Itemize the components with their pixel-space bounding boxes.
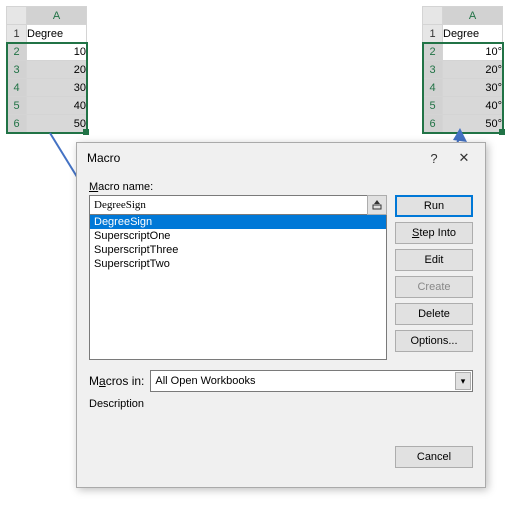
cell-a1[interactable]: Degree — [443, 25, 503, 43]
row-header-6[interactable]: 6 — [423, 115, 443, 133]
cell-a4[interactable]: 30 — [27, 79, 87, 97]
macro-name-label: Macro name: — [89, 181, 473, 193]
macro-name-input[interactable] — [89, 195, 368, 215]
macros-in-label: Macros in: — [89, 374, 144, 388]
list-item[interactable]: SuperscriptThree — [90, 243, 386, 257]
reference-collapse-button[interactable] — [367, 195, 387, 215]
row-header-4[interactable]: 4 — [7, 79, 27, 97]
row-header-2[interactable]: 2 — [423, 43, 443, 61]
row-header-2[interactable]: 2 — [7, 43, 27, 61]
fill-handle[interactable] — [83, 129, 89, 135]
cell-a1[interactable]: Degree — [27, 25, 87, 43]
macro-dialog: Macro ? ✕ Macro name: DegreeSign Supersc… — [76, 142, 486, 488]
source-spreadsheet: A 1 Degree 210 320 430 540 650 — [6, 6, 87, 133]
cell-a2[interactable]: 10 — [27, 43, 87, 61]
column-header-a[interactable]: A — [443, 7, 503, 25]
cell-a3[interactable]: 20° — [443, 61, 503, 79]
list-item[interactable]: SuperscriptTwo — [90, 257, 386, 271]
macros-in-combo[interactable]: All Open Workbooks ▾ — [150, 370, 473, 392]
description-label: Description — [89, 398, 473, 410]
run-button[interactable]: Run — [395, 195, 473, 217]
cell-a3[interactable]: 20 — [27, 61, 87, 79]
row-header-5[interactable]: 5 — [7, 97, 27, 115]
select-all-corner[interactable] — [7, 7, 27, 25]
cell-a6[interactable]: 50 — [27, 115, 87, 133]
combo-value: All Open Workbooks — [155, 375, 255, 387]
result-spreadsheet: A 1 Degree 210° 320° 430° 540° 650° — [422, 6, 503, 133]
cell-a6[interactable]: 50° — [443, 115, 503, 133]
help-button[interactable]: ? — [419, 146, 449, 170]
step-into-button[interactable]: Step Into — [395, 222, 473, 244]
row-header-5[interactable]: 5 — [423, 97, 443, 115]
column-header-a[interactable]: A — [27, 7, 87, 25]
row-header-3[interactable]: 3 — [423, 61, 443, 79]
macro-listbox[interactable]: DegreeSign SuperscriptOne SuperscriptThr… — [89, 214, 387, 360]
cell-a4[interactable]: 30° — [443, 79, 503, 97]
cancel-button[interactable]: Cancel — [395, 446, 473, 468]
close-button[interactable]: ✕ — [449, 146, 479, 170]
row-header-4[interactable]: 4 — [423, 79, 443, 97]
cell-a2[interactable]: 10° — [443, 43, 503, 61]
dialog-title: Macro — [87, 151, 419, 165]
list-item[interactable]: SuperscriptOne — [90, 229, 386, 243]
edit-button[interactable]: Edit — [395, 249, 473, 271]
cell-a5[interactable]: 40° — [443, 97, 503, 115]
fill-handle[interactable] — [499, 129, 505, 135]
row-header-1[interactable]: 1 — [7, 25, 27, 43]
create-button: Create — [395, 276, 473, 298]
list-item[interactable]: DegreeSign — [90, 215, 386, 229]
collapse-icon — [372, 200, 382, 210]
delete-button[interactable]: Delete — [395, 303, 473, 325]
row-header-1[interactable]: 1 — [423, 25, 443, 43]
row-header-6[interactable]: 6 — [7, 115, 27, 133]
options-button[interactable]: Options... — [395, 330, 473, 352]
cell-a5[interactable]: 40 — [27, 97, 87, 115]
dialog-titlebar[interactable]: Macro ? ✕ — [77, 143, 485, 173]
chevron-down-icon[interactable]: ▾ — [455, 372, 471, 390]
select-all-corner[interactable] — [423, 7, 443, 25]
row-header-3[interactable]: 3 — [7, 61, 27, 79]
